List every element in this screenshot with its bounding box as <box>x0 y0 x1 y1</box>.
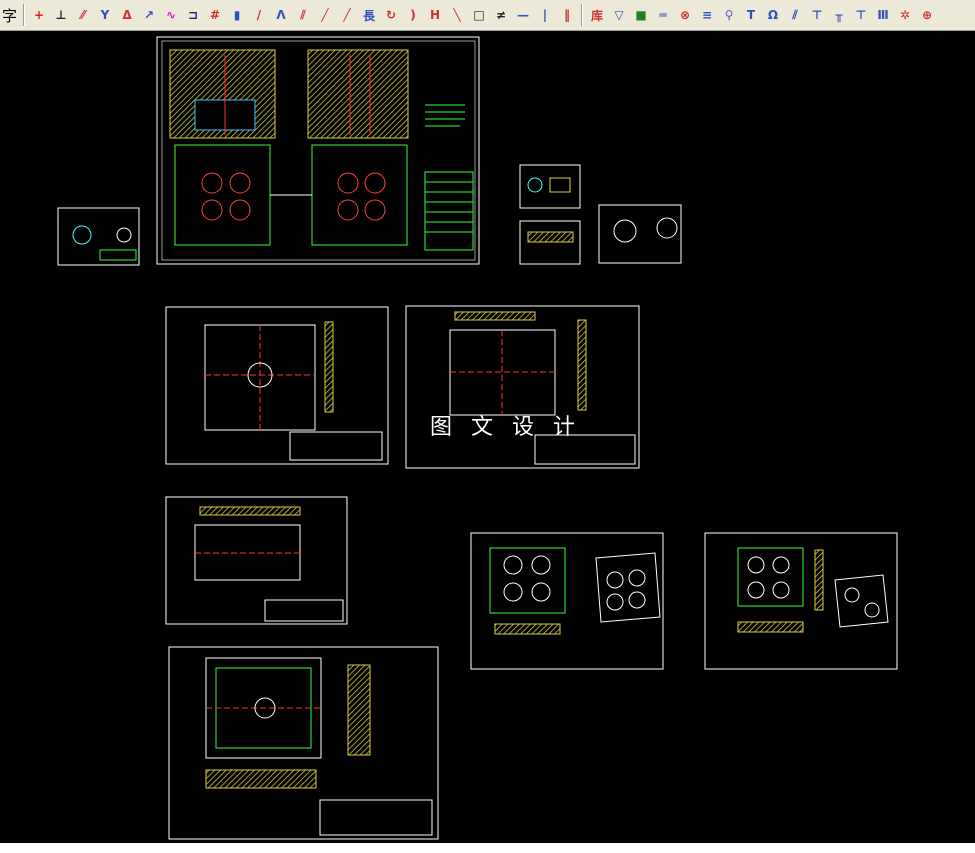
taper-icon[interactable]: / <box>249 4 269 26</box>
arc-icon[interactable]: ) <box>403 4 423 26</box>
pin-icon[interactable]: ⊤ <box>851 4 871 26</box>
dimension-icon[interactable]: ⊥ <box>51 4 71 26</box>
split-icon[interactable]: ‖ <box>557 4 577 26</box>
sheet-plate-2[interactable] <box>405 305 640 469</box>
sheet-part-small-4[interactable] <box>598 204 682 264</box>
weld-icon[interactable]: Y <box>95 4 115 26</box>
hatch-icon[interactable]: ⁄⁄ <box>73 4 93 26</box>
bracket-icon[interactable]: ⊐ <box>183 4 203 26</box>
oblique-hatch-icon[interactable]: ⫽ <box>293 4 313 26</box>
sheet-cavity-plate-1[interactable] <box>470 532 664 670</box>
column-icon[interactable]: Ⅲ <box>873 4 893 26</box>
sheet-part-small-2[interactable] <box>519 164 581 209</box>
toolbar-separator <box>581 4 583 26</box>
pipe-icon[interactable]: ═ <box>653 4 673 26</box>
long-text-icon[interactable]: 長 <box>359 4 379 26</box>
library-icon[interactable]: 库 <box>587 4 607 26</box>
sheet-plate-3[interactable] <box>165 496 348 625</box>
toolbar-group-drawing: + ⊥ ⁄⁄ Y Δ ↗ ∿ ⊐ # ▮ / Λ ⫽ ╱ ╱ 長 ↻) H ╲ □ ≠ — | ‖ <box>28 4 578 26</box>
sheet-cavity-plate-2[interactable] <box>704 532 898 670</box>
rectangle-icon[interactable]: □ <box>469 4 489 26</box>
sheet-assembly[interactable] <box>156 36 480 265</box>
toolbar-text-label: 字 <box>2 6 18 25</box>
sheet-part-small-3[interactable] <box>519 220 581 265</box>
polyline-icon[interactable]: ∿ <box>161 4 181 26</box>
sheet-plate-1[interactable] <box>165 306 389 465</box>
rotate-icon[interactable]: ↻ <box>381 4 401 26</box>
crosshair-icon[interactable]: + <box>29 4 49 26</box>
stripes-icon[interactable]: ⫽ <box>785 4 805 26</box>
funnel-icon[interactable]: ▽ <box>609 4 629 26</box>
circle-cross-icon[interactable]: ⊗ <box>675 4 695 26</box>
target-icon[interactable]: ⊕ <box>917 4 937 26</box>
diagonal-icon[interactable]: ╱ <box>337 4 357 26</box>
stack-icon[interactable]: ≡ <box>697 4 717 26</box>
horizontal-bar-icon[interactable]: — <box>513 4 533 26</box>
sheet-part-small-1[interactable] <box>57 207 140 266</box>
section-icon[interactable]: ▮ <box>227 4 247 26</box>
angle-dim-icon[interactable]: Δ <box>117 4 137 26</box>
grid-icon[interactable]: # <box>205 4 225 26</box>
toolbar-group-library: 库 ▽ ■ ═ ⊗ ≡ ⚲ T Ω ⫽ ⊤ ╥ ⊤ Ⅲ ✲ ⊕ <box>586 4 938 26</box>
equal-icon[interactable]: ≠ <box>491 4 511 26</box>
drawing-canvas[interactable]: 图 文 设 计 <box>0 31 975 853</box>
gear-icon[interactable]: ✲ <box>895 4 915 26</box>
toolbar-separator <box>23 4 25 26</box>
double-post-icon[interactable]: ╥ <box>829 4 849 26</box>
vertical-bar-icon[interactable]: | <box>535 4 555 26</box>
line-icon[interactable]: ╱ <box>315 4 335 26</box>
post-icon[interactable]: ⊤ <box>807 4 827 26</box>
block-icon[interactable]: ■ <box>631 4 651 26</box>
screw-icon[interactable]: ⚲ <box>719 4 739 26</box>
status-strip <box>0 843 975 853</box>
t-joint-icon[interactable]: T <box>741 4 761 26</box>
bulb-icon[interactable]: Ω <box>763 4 783 26</box>
vertical-dim-icon[interactable]: H <box>425 4 445 26</box>
watermark-text: 图 文 设 计 <box>430 415 581 440</box>
slash-icon[interactable]: ╲ <box>447 4 467 26</box>
sheet-plate-4[interactable] <box>168 646 439 840</box>
arrow-dim-icon[interactable]: ↗ <box>139 4 159 26</box>
cad-toolbar: 字 + ⊥ ⁄⁄ Y Δ ↗ ∿ ⊐ # ▮ / Λ ⫽ ╱ ╱ 長 ↻) H ╲ □ ≠ — | ‖ 库 ▽ ■ ═ ⊗ ≡ ⚲ T Ω ⫽ ⊤… <box>0 0 975 31</box>
triangle-icon[interactable]: Λ <box>271 4 291 26</box>
